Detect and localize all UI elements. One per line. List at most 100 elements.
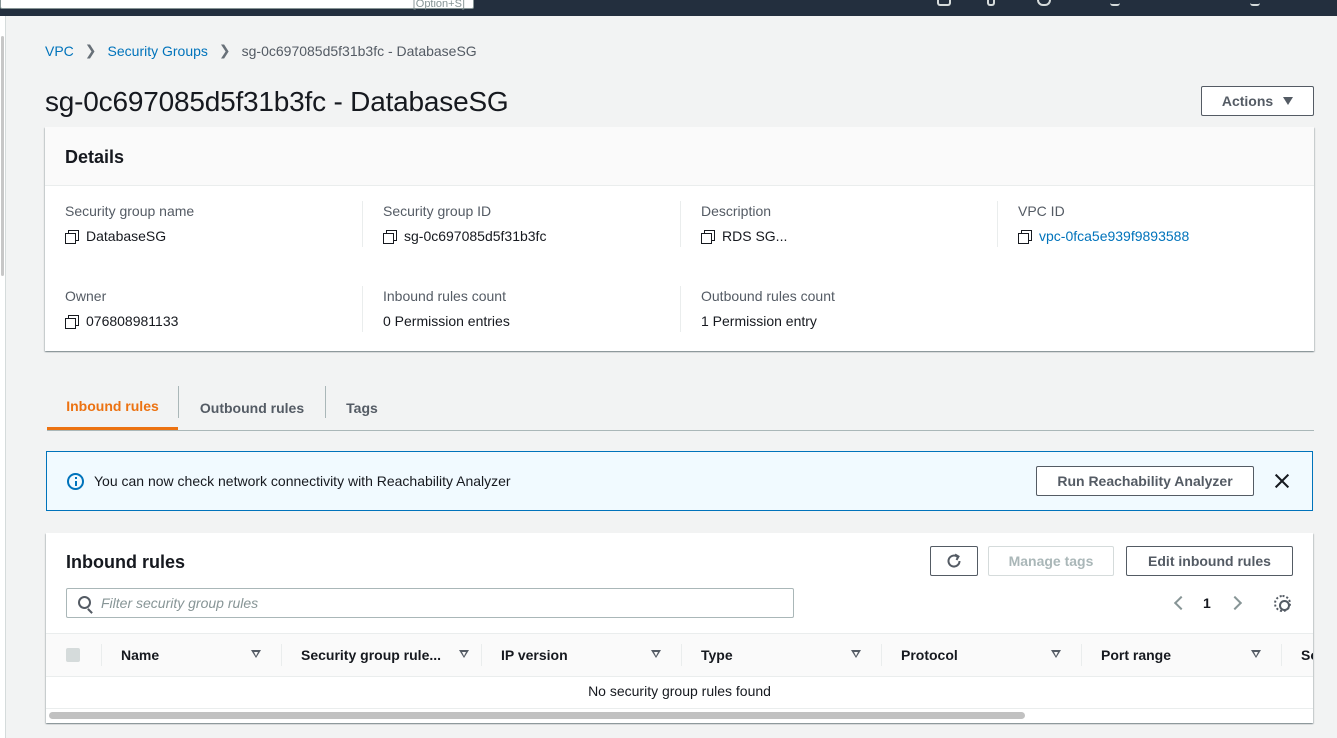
notifications-icon[interactable] [987,0,995,6]
column-divider [1281,644,1282,666]
column-header-label: Type [701,647,733,663]
breadcrumb-current: sg-0c697085d5f31b3fc - DatabaseSG [241,42,477,59]
breadcrumb: VPC ❯ Security Groups ❯ sg-0c697085d5f31… [45,42,477,59]
breadcrumb-security-groups-link[interactable]: Security Groups [108,43,208,59]
edit-inbound-rules-button[interactable]: Edit inbound rules [1126,546,1293,576]
run-reachability-analyzer-button[interactable]: Run Reachability Analyzer [1036,466,1254,496]
sort-icon[interactable] [1251,650,1261,658]
outbound-rules-count-value: 1 Permission entry [701,313,817,329]
column-header-ip-version[interactable]: IP version [481,634,681,676]
empty-table-message: No security group rules found [588,683,771,699]
field-security-group-name: Security group name DatabaseSG [65,203,194,244]
chevron-right-icon[interactable] [1227,595,1243,611]
copy-icon[interactable] [701,229,715,244]
field-value: vpc-0fca5e939f9893588 [1018,228,1189,244]
chevron-right-icon: ❯ [218,42,231,58]
page-title: sg-0c697085d5f31b3fc - DatabaseSG [45,86,509,117]
sort-icon[interactable] [459,650,469,658]
side-navigation-rail [0,16,6,738]
breadcrumb-vpc-link[interactable]: VPC [45,43,74,59]
field-label: Security group name [65,203,195,219]
tab-list: Inbound rules Outbound rules Tags [47,385,1314,431]
table-header: Name Security group rule... IP version T… [46,633,1313,677]
sort-icon[interactable] [851,650,861,658]
refresh-button[interactable] [930,546,978,576]
column-header-name[interactable]: Name [101,634,281,676]
filter-rules-input[interactable] [101,593,781,613]
tab-outbound-rules[interactable]: Outbound rules [179,385,325,430]
column-header-protocol[interactable]: Protocol [881,634,1081,676]
manage-tags-button[interactable]: Manage tags [988,546,1114,576]
column-divider [281,644,282,666]
copy-icon[interactable] [383,229,397,244]
column-header-label: So [1301,647,1313,663]
field-inbound-rules-count: Inbound rules count 0 Permission entries [383,288,510,329]
sort-icon[interactable] [651,650,661,658]
column-header-label: IP version [501,647,568,663]
help-icon[interactable] [1037,0,1051,6]
field-label: Outbound rules count [701,288,835,304]
security-group-id-value: sg-0c697085d5f31b3fc [404,228,547,244]
top-navigation-bar: [Option+S] [0,0,1337,16]
copy-icon[interactable] [65,314,79,329]
actions-button[interactable]: Actions [1201,86,1314,116]
column-header-rule-id[interactable]: Security group rule... [281,634,481,676]
column-header-port-range[interactable]: Port range [1081,634,1281,676]
select-all-checkbox[interactable] [66,648,80,662]
copy-icon[interactable] [1018,229,1032,244]
vpc-id-link[interactable]: vpc-0fca5e939f9893588 [1039,228,1189,244]
column-divider [681,644,682,666]
refresh-icon [947,553,961,568]
field-label: Owner [65,288,107,304]
nav-scrollbar[interactable] [1,36,4,276]
column-divider [362,201,363,247]
account-menu-icon[interactable] [1110,0,1120,6]
column-divider [481,644,482,666]
global-search-input[interactable]: [Option+S] [0,0,474,10]
inbound-rules-count-value: 0 Permission entries [383,313,510,329]
page-number[interactable]: 1 [1203,595,1211,611]
column-divider [680,286,681,332]
chevron-left-icon[interactable] [1173,595,1189,611]
details-heading: Details [45,127,1314,186]
tab-tags[interactable]: Tags [326,385,398,430]
close-icon[interactable] [1274,473,1290,489]
copy-icon[interactable] [65,229,79,244]
cloudshell-icon[interactable] [937,0,951,6]
gear-icon[interactable] [1274,595,1291,612]
horizontal-scrollbar[interactable] [46,708,1313,720]
column-divider [997,201,998,247]
field-owner: Owner 076808981133 [65,288,178,329]
search-icon [78,596,91,609]
column-divider [362,286,363,332]
column-divider [680,201,681,247]
owner-value: 076808981133 [86,313,179,329]
inbound-rules-panel: Inbound rules Manage tags Edit inbound r… [46,533,1313,723]
field-value: DatabaseSG [65,228,194,244]
horizontal-scrollbar-thumb[interactable] [49,712,1025,719]
security-group-name-value: DatabaseSG [86,228,167,244]
column-header-label: Security group rule... [301,647,442,663]
column-header-label: Protocol [901,647,958,663]
caret-down-icon [1283,97,1294,105]
column-header-type[interactable]: Type [681,634,881,676]
info-icon [67,473,84,490]
flashbar-message: You can now check network connectivity w… [94,473,511,489]
column-divider [1081,644,1082,666]
tab-inbound-rules[interactable]: Inbound rules [47,385,178,430]
actions-button-label: Actions [1221,93,1274,109]
description-value: RDS SG... [722,228,788,244]
chevron-right-icon: ❯ [84,42,97,58]
region-menu-icon[interactable] [1250,0,1260,6]
search-shortcut-hint: [Option+S] [412,0,465,10]
column-header-source[interactable]: So [1281,634,1313,676]
filter-rules-field[interactable] [66,588,794,618]
sort-icon[interactable] [251,650,261,658]
field-label: VPC ID [1018,203,1065,219]
field-security-group-id: Security group ID sg-0c697085d5f31b3fc [383,203,546,244]
field-value: 076808981133 [65,313,178,329]
field-label: Inbound rules count [383,288,506,304]
column-divider [881,644,882,666]
inbound-rules-heading: Inbound rules [66,552,185,572]
sort-icon[interactable] [1051,650,1061,658]
